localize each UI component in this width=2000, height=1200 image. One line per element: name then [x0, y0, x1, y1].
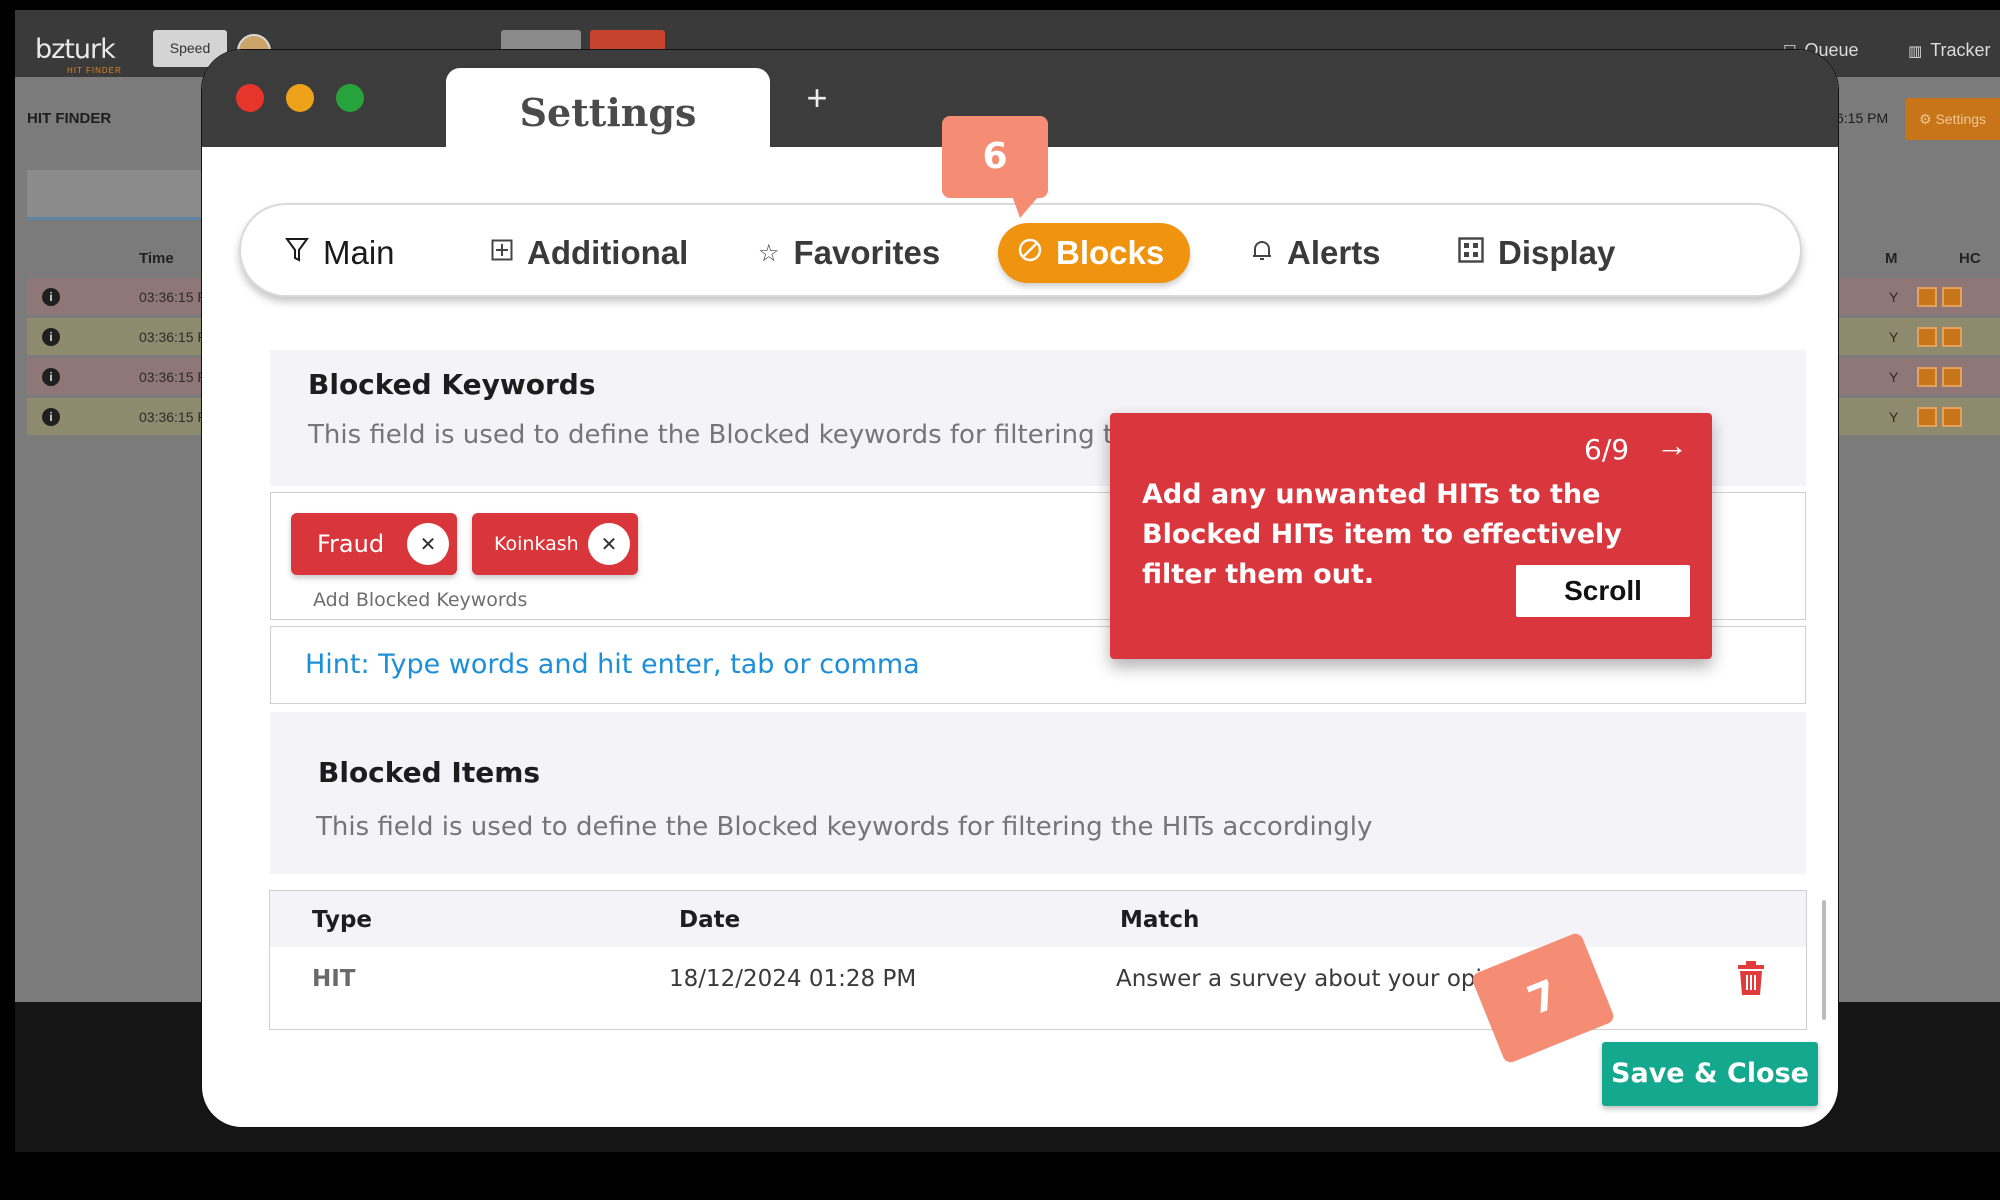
delete-icon[interactable]	[1736, 961, 1766, 995]
new-tab-button[interactable]: +	[797, 78, 837, 118]
search-bar[interactable]	[27, 170, 207, 220]
settings-button[interactable]: ⚙ Settings	[1905, 98, 2000, 140]
filter-icon	[285, 236, 309, 271]
cell-type: HIT	[312, 966, 356, 992]
plus-square-icon	[491, 239, 513, 268]
column-header-date: Date	[679, 907, 741, 933]
cell-m: Y	[1889, 409, 1899, 425]
star-icon: ☆	[758, 239, 780, 267]
blocked-items-description: This field is used to define the Blocked…	[316, 812, 1373, 842]
bell-icon	[1251, 238, 1273, 269]
maximize-window-icon[interactable]	[336, 84, 364, 112]
hc-o-button[interactable]	[1917, 367, 1937, 387]
tab-additional[interactable]: Additional	[491, 232, 688, 274]
hc-m-button[interactable]	[1942, 367, 1962, 387]
nav-tracker[interactable]: ▥ Tracker	[1908, 40, 1991, 61]
next-arrow-icon[interactable]: →	[1656, 427, 1688, 464]
cell-m: Y	[1889, 369, 1899, 385]
page-title: HIT FINDER	[27, 110, 112, 127]
tab-favorites[interactable]: ☆ Favorites	[758, 232, 940, 274]
blocked-items-panel: Blocked Items This field is used to defi…	[270, 712, 1806, 874]
tracker-icon: ▥	[1908, 43, 1923, 60]
hc-m-button[interactable]	[1942, 287, 1962, 307]
minimize-window-icon[interactable]	[286, 84, 314, 112]
keyword-chip: Koinkash ✕	[472, 513, 638, 575]
column-header-match: Match	[1120, 907, 1200, 933]
window-tab-label: Settings	[519, 90, 697, 135]
keyword-input-placeholder[interactable]: Add Blocked Keywords	[313, 589, 527, 611]
window-tab-settings[interactable]: Settings	[446, 68, 770, 147]
save-close-button[interactable]: Save & Close	[1602, 1042, 1818, 1106]
cell-match: Answer a survey about your opi	[1116, 966, 1482, 992]
info-icon[interactable]: i	[42, 408, 60, 426]
app-logo: bzturk	[35, 34, 116, 65]
timestamp: 6:15 PM	[1836, 110, 1889, 126]
scroll-button[interactable]: Scroll	[1516, 565, 1690, 617]
tour-step-badge: 6	[942, 116, 1048, 198]
blocked-items-title: Blocked Items	[318, 756, 541, 789]
close-window-icon[interactable]	[236, 84, 264, 112]
cell-m: Y	[1889, 289, 1899, 305]
block-icon	[1018, 238, 1042, 269]
column-header-hc: HC	[1959, 250, 1981, 267]
column-header-time: Time	[139, 250, 174, 267]
cell-m: Y	[1889, 329, 1899, 345]
grid-icon	[1458, 236, 1484, 270]
tour-step-counter: 6/9	[1584, 433, 1630, 466]
remove-chip-icon[interactable]: ✕	[588, 523, 630, 565]
scrollbar[interactable]	[1822, 900, 1826, 1020]
cell-date: 18/12/2024 01:28 PM	[669, 966, 917, 992]
hc-o-button[interactable]	[1917, 287, 1937, 307]
keyword-chip: Fraud ✕	[291, 513, 457, 575]
hc-m-button[interactable]	[1942, 407, 1962, 427]
app-logo-subtitle: HIT FINDER	[67, 66, 122, 75]
column-header-type: Type	[312, 907, 373, 933]
info-icon[interactable]: i	[42, 288, 60, 306]
blocked-keywords-title: Blocked Keywords	[308, 368, 596, 401]
tab-display[interactable]: Display	[1458, 232, 1615, 274]
tab-main[interactable]: Main	[285, 232, 395, 274]
info-icon[interactable]: i	[42, 328, 60, 346]
column-header-m: M	[1885, 250, 1898, 267]
tab-alerts[interactable]: Alerts	[1251, 232, 1381, 274]
remove-chip-icon[interactable]: ✕	[407, 523, 449, 565]
tab-blocks[interactable]: Blocks	[998, 223, 1191, 283]
hint-text: Hint: Type words and hit enter, tab or c…	[305, 649, 920, 680]
hc-m-button[interactable]	[1942, 327, 1962, 347]
hc-o-button[interactable]	[1917, 327, 1937, 347]
tour-tooltip: 6/9 → Add any unwanted HITs to the Block…	[1110, 413, 1712, 659]
hc-o-button[interactable]	[1917, 407, 1937, 427]
tour-step-badge-pointer	[1010, 190, 1044, 218]
info-icon[interactable]: i	[42, 368, 60, 386]
